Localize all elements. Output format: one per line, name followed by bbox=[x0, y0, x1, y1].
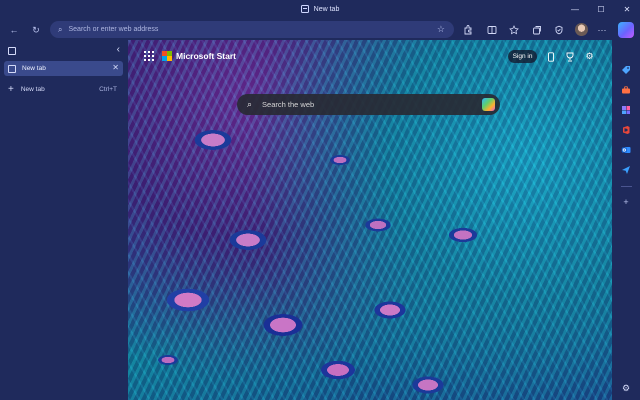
tab-favicon-icon bbox=[8, 64, 16, 73]
minimize-button[interactable]: — bbox=[562, 0, 588, 18]
address-bar[interactable]: ⌕ Search or enter web address ☆ bbox=[50, 21, 454, 38]
extensions-icon[interactable] bbox=[460, 22, 476, 38]
right-sidebar: + ⚙ bbox=[613, 40, 640, 400]
tab-new-tab[interactable]: New tab ✕ bbox=[4, 61, 123, 76]
settings-gear-icon[interactable]: ⚙ bbox=[583, 50, 596, 63]
window-title: New tab bbox=[300, 5, 340, 13]
shopping-tag-icon[interactable] bbox=[620, 64, 632, 76]
brand-bar: Microsoft Start bbox=[144, 49, 236, 63]
search-placeholder: Search the web bbox=[262, 100, 315, 109]
app-launcher-icon[interactable] bbox=[144, 51, 154, 61]
sign-in-button[interactable]: Sign in bbox=[508, 50, 537, 63]
collapse-pane-button[interactable]: ‹ bbox=[117, 44, 120, 55]
rewards-icon[interactable] bbox=[563, 50, 576, 63]
window-title-text: New tab bbox=[313, 5, 340, 13]
back-button[interactable]: ← bbox=[6, 22, 22, 38]
copilot-icon[interactable] bbox=[618, 22, 634, 38]
outlook-icon[interactable] bbox=[620, 144, 632, 156]
add-icon[interactable]: + bbox=[620, 196, 632, 208]
new-tab-label: New tab bbox=[20, 85, 45, 93]
collections-icon[interactable] bbox=[529, 22, 545, 38]
close-button[interactable]: ✕ bbox=[614, 0, 640, 18]
search-icon: ⌕ bbox=[247, 99, 253, 109]
maximize-button[interactable]: ☐ bbox=[588, 0, 614, 18]
brand-name: Microsoft Start bbox=[176, 51, 236, 61]
browser-essentials-icon[interactable] bbox=[551, 22, 567, 38]
window-controls: — ☐ ✕ bbox=[562, 0, 640, 18]
favorites-icon[interactable] bbox=[506, 22, 522, 38]
tab-actions-icon[interactable] bbox=[8, 47, 16, 55]
vertical-tabs-pane: ‹ New tab ✕ + New tab Ctrl+T bbox=[0, 40, 127, 400]
more-icon[interactable]: ··· bbox=[594, 22, 610, 38]
toolbar: ← ↻ ⌕ Search or enter web address ☆ ··· bbox=[0, 20, 640, 40]
search-icon: ⌕ bbox=[58, 24, 63, 34]
settings-icon[interactable]: ⚙ bbox=[620, 382, 632, 394]
address-placeholder: Search or enter web address bbox=[68, 26, 159, 33]
split-screen-icon[interactable] bbox=[484, 22, 500, 38]
games-icon[interactable] bbox=[620, 104, 632, 116]
send-icon[interactable] bbox=[620, 164, 632, 176]
browser-window: New tab — ☐ ✕ ← ↻ ⌕ Search or enter web … bbox=[0, 0, 640, 400]
new-tab-page: Microsoft Start Sign in ⚙ ⌕ Search the w… bbox=[128, 40, 612, 400]
phone-icon[interactable] bbox=[544, 50, 557, 63]
tab-label: New tab bbox=[22, 65, 46, 72]
favorite-star-icon[interactable]: ☆ bbox=[437, 24, 445, 35]
title-bar: New tab — ☐ ✕ bbox=[0, 0, 640, 18]
new-tab-button[interactable]: + New tab Ctrl+T bbox=[4, 82, 123, 96]
tab-icon bbox=[300, 5, 309, 13]
new-tab-shortcut: Ctrl+T bbox=[99, 85, 117, 93]
web-search-box[interactable]: ⌕ Search the web bbox=[237, 94, 500, 115]
toolbox-icon[interactable] bbox=[620, 84, 632, 96]
profile-icon[interactable] bbox=[575, 23, 588, 36]
sidebar-divider bbox=[621, 186, 632, 187]
office-icon[interactable] bbox=[620, 124, 632, 136]
copilot-search-icon[interactable] bbox=[482, 98, 495, 111]
refresh-button[interactable]: ↻ bbox=[28, 22, 44, 38]
plus-icon: + bbox=[8, 83, 14, 95]
tab-pane-header: ‹ bbox=[8, 44, 120, 58]
close-tab-icon[interactable]: ✕ bbox=[112, 63, 119, 72]
microsoft-logo-icon bbox=[162, 51, 172, 61]
